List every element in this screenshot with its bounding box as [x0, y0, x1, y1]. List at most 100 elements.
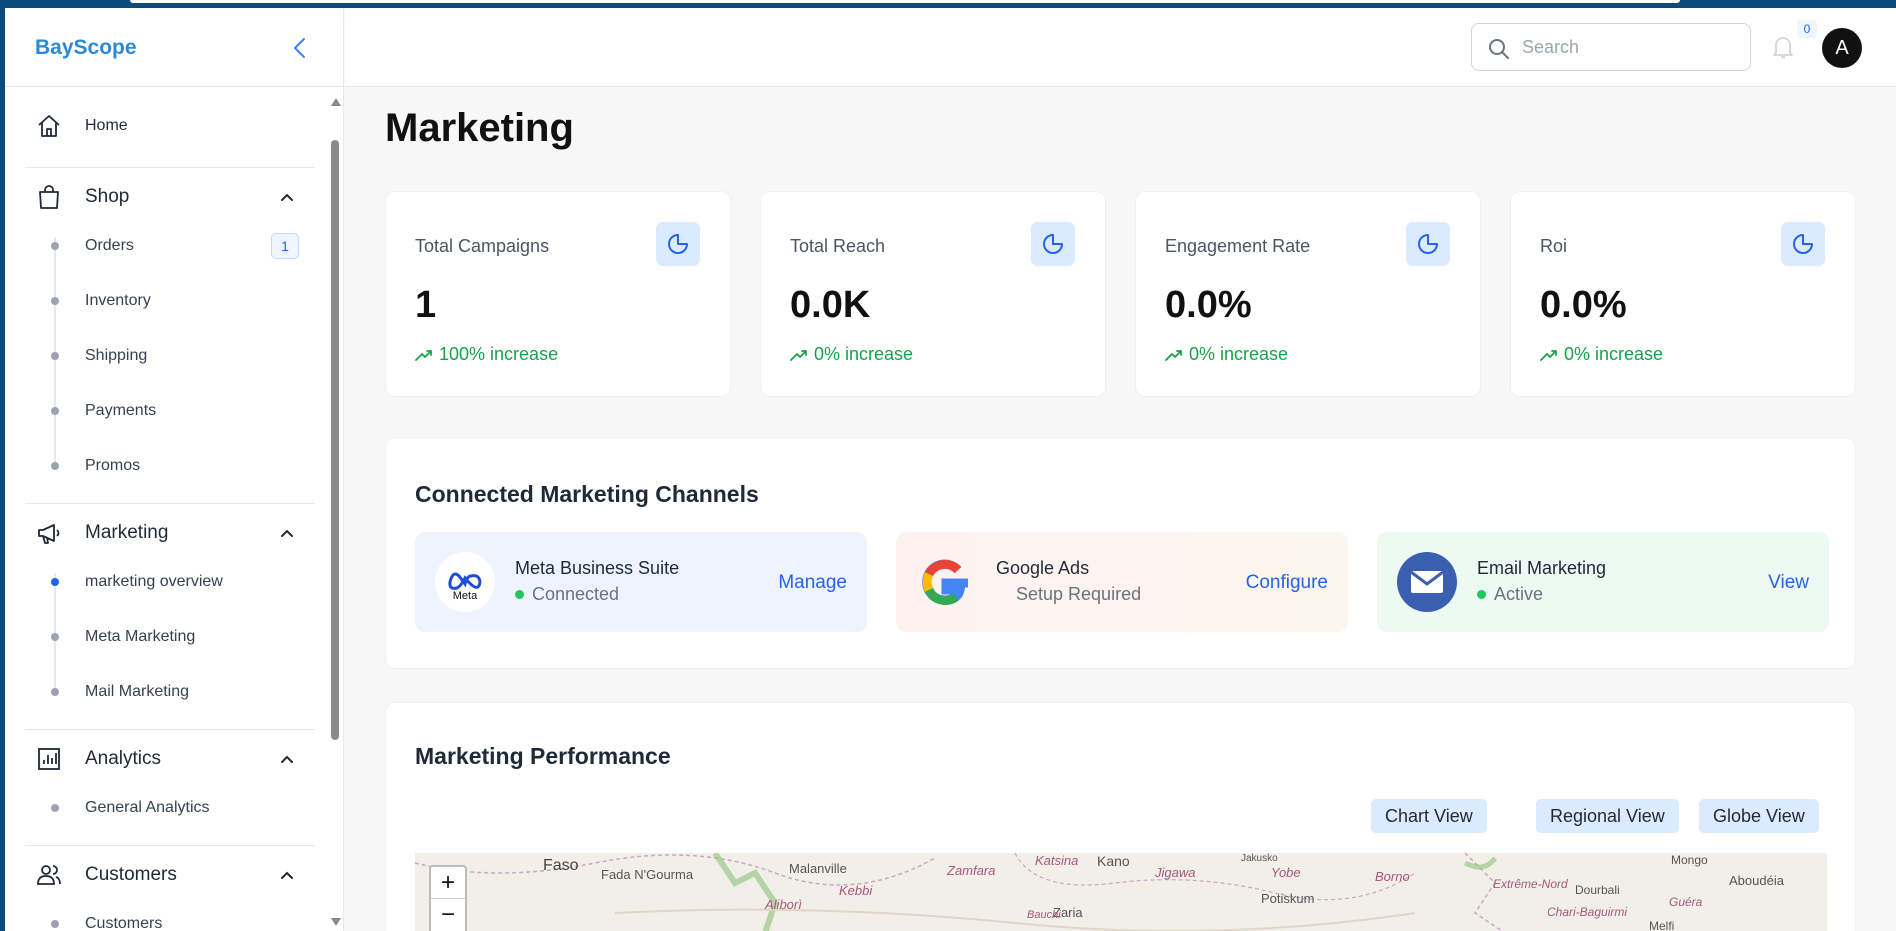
- bar-chart-icon: [38, 748, 60, 770]
- sidebar-item-home[interactable]: Home: [25, 106, 315, 146]
- map-label: Malanville: [789, 861, 847, 876]
- map-label: Jakusko: [1241, 853, 1278, 864]
- stat-value: 0.0%: [1540, 284, 1627, 326]
- sidebar: BayScope Home Shop Orders 1 Inventory Sh…: [5, 8, 344, 931]
- channel-status: Connected: [515, 584, 619, 605]
- map-label: Jigawa: [1155, 865, 1196, 880]
- stat-icon-box: [1031, 222, 1075, 266]
- sidebar-item-label: Shipping: [85, 347, 148, 364]
- sidebar-item-label: Home: [85, 117, 128, 134]
- channel-google-ads: Google Ads Setup Required Configure: [896, 532, 1348, 632]
- scroll-down-arrow-icon[interactable]: [331, 918, 341, 926]
- bullet-dot: [51, 352, 59, 360]
- sidebar-item-label: Promos: [85, 457, 141, 474]
- search-input[interactable]: [1522, 32, 1732, 62]
- stat-card-total-reach: Total Reach 0.0K 0% increase: [760, 191, 1106, 397]
- user-avatar[interactable]: A: [1822, 28, 1862, 68]
- bullet-dot: [51, 242, 59, 250]
- users-icon: [37, 865, 61, 885]
- stat-value: 0.0K: [790, 284, 871, 326]
- zoom-out-button[interactable]: −: [431, 900, 465, 931]
- sidebar-item-marketing-overview[interactable]: marketing overview: [25, 567, 315, 597]
- map-label: Guéra: [1669, 895, 1703, 909]
- page-title: Marketing: [385, 106, 574, 150]
- pie-chart-icon: [1793, 234, 1813, 254]
- sidebar-item-label: Marketing: [85, 522, 169, 543]
- search-box[interactable]: [1471, 23, 1751, 71]
- stat-trend-text: 0% increase: [814, 344, 914, 364]
- sidebar-item-label: Analytics: [85, 748, 162, 769]
- sidebar-item-payments[interactable]: Payments: [25, 396, 315, 426]
- sidebar-item-label: General Analytics: [85, 799, 210, 816]
- notification-count-badge: 0: [1797, 20, 1817, 38]
- chevron-up-icon[interactable]: [279, 525, 295, 541]
- sidebar-item-mail-marketing[interactable]: Mail Marketing: [25, 677, 315, 707]
- sidebar-item-meta-marketing[interactable]: Meta Marketing: [25, 622, 315, 652]
- sidebar-item-label: Orders: [85, 237, 134, 254]
- chevron-up-icon[interactable]: [279, 751, 295, 767]
- chevron-up-icon[interactable]: [279, 189, 295, 205]
- configure-button[interactable]: Configure: [1246, 572, 1328, 594]
- stat-label: Roi: [1540, 236, 1568, 256]
- sidebar-item-label: Meta Marketing: [85, 628, 196, 645]
- stat-trend-text: 100% increase: [439, 344, 559, 364]
- status-dot: [515, 590, 524, 599]
- sidebar-item-shop[interactable]: Shop: [25, 177, 315, 217]
- active-bullet-dot: [51, 578, 59, 586]
- search-icon: [1489, 39, 1509, 59]
- channel-name: Google Ads: [996, 558, 1090, 578]
- view-button[interactable]: View: [1768, 572, 1809, 594]
- stat-card-roi: Roi 0.0% 0% increase: [1510, 191, 1856, 397]
- map-label: Borno: [1375, 869, 1410, 884]
- scroll-thumb[interactable]: [331, 140, 339, 740]
- zoom-in-button[interactable]: +: [431, 867, 465, 899]
- meta-logo-icon: Meta: [435, 552, 495, 612]
- channel-email-marketing: Email Marketing Active View: [1377, 532, 1829, 632]
- map-label: Fada N'Gourma: [601, 867, 694, 882]
- sidebar-item-customers-list[interactable]: Customers: [25, 909, 315, 931]
- collapse-sidebar-button[interactable]: [289, 36, 313, 60]
- map-label: Aboudéia: [1729, 873, 1784, 888]
- sidebar-item-shipping[interactable]: Shipping: [25, 341, 315, 371]
- performance-card: Marketing Performance Chart View Regiona…: [385, 702, 1856, 931]
- orders-count-badge: 1: [271, 233, 299, 259]
- sidebar-item-general-analytics[interactable]: General Analytics: [25, 793, 315, 823]
- sidebar-item-label: Inventory: [85, 292, 151, 309]
- scroll-up-arrow-icon[interactable]: [331, 98, 341, 106]
- manage-button[interactable]: Manage: [778, 572, 847, 594]
- sidebar-item-customers[interactable]: Customers: [25, 855, 315, 895]
- channel-name: Email Marketing: [1477, 558, 1607, 578]
- chevron-up-icon[interactable]: [279, 867, 295, 883]
- channel-name: Meta Business Suite: [515, 558, 680, 578]
- map-label: Dourbali: [1575, 883, 1620, 897]
- channel-meta: Meta Meta Business Suite Connected Manag…: [415, 532, 867, 632]
- sidebar-item-marketing[interactable]: Marketing: [25, 513, 315, 553]
- sidebar-item-analytics[interactable]: Analytics: [25, 739, 315, 779]
- bullet-dot: [51, 688, 59, 696]
- shopping-bag-icon: [39, 185, 59, 209]
- sidebar-nav: Home Shop Orders 1 Inventory Shipping Pa…: [5, 88, 327, 931]
- app-logo[interactable]: BayScope: [35, 36, 137, 60]
- bullet-dot: [51, 633, 59, 641]
- sidebar-item-orders[interactable]: Orders 1: [25, 231, 315, 261]
- sidebar-item-promos[interactable]: Promos: [25, 451, 315, 481]
- map-label: Extrême-Nord: [1493, 877, 1568, 891]
- regional-map[interactable]: Faso Fada N'Gourma Malanville Zamfara Ka…: [415, 853, 1827, 931]
- regional-view-button[interactable]: Regional View: [1536, 799, 1679, 833]
- stat-card-total-campaigns: Total Campaigns 1 100% increase: [385, 191, 731, 397]
- map-label: Faso: [543, 857, 579, 874]
- map-label: Bauchi: [1027, 909, 1061, 921]
- chart-view-button[interactable]: Chart View: [1371, 799, 1487, 833]
- section-title: Marketing Performance: [415, 743, 671, 769]
- stat-trend: 0% increase: [1540, 344, 1663, 365]
- bell-icon[interactable]: [1771, 34, 1795, 60]
- sidebar-item-inventory[interactable]: Inventory: [25, 286, 315, 316]
- sidebar-scrollbar[interactable]: [328, 88, 342, 931]
- section-title: Connected Marketing Channels: [415, 481, 759, 507]
- map-label: Kebbi: [839, 883, 873, 898]
- channels-card: Connected Marketing Channels Meta Meta B…: [385, 437, 1856, 669]
- globe-view-button[interactable]: Globe View: [1699, 799, 1819, 833]
- sidebar-item-label: marketing overview: [85, 573, 223, 590]
- stat-label: Total Reach: [790, 236, 886, 256]
- trending-up-icon: [1540, 349, 1557, 361]
